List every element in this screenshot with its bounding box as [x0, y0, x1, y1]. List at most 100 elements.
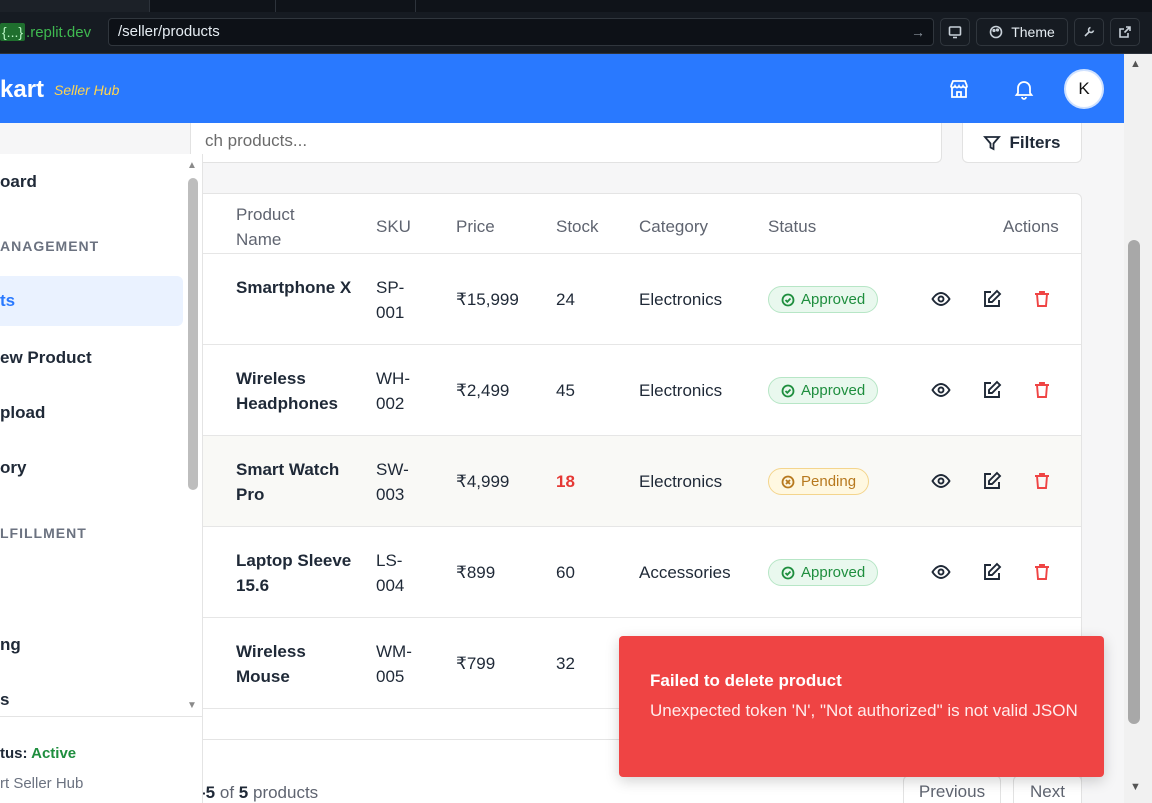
product-stock: 60 [556, 563, 575, 582]
status-label: Pending [801, 473, 857, 490]
page-scroll-thumb[interactable] [1128, 240, 1140, 724]
sidebar-item-products[interactable]: ts [0, 276, 183, 326]
error-toast[interactable]: Failed to delete product Unexpected toke… [619, 636, 1104, 777]
col-header-stock[interactable]: Stock [556, 214, 599, 239]
col-header-price[interactable]: Price [456, 214, 495, 239]
view-icon[interactable] [930, 470, 952, 492]
sidebar: oard ANAGEMENT ts ew Product pload ory L… [0, 154, 203, 803]
product-price: ₹899 [456, 563, 496, 582]
product-name: Wireless Mouse [236, 642, 306, 686]
edit-icon[interactable] [981, 561, 1003, 583]
product-price: ₹799 [456, 654, 496, 673]
scroll-down-arrow-icon[interactable]: ▼ [187, 700, 197, 711]
pager-unit: products [252, 783, 319, 802]
avatar[interactable]: K [1064, 69, 1104, 109]
check-circle-icon [781, 293, 795, 306]
edit-icon[interactable] [981, 379, 1003, 401]
page-scrollbar[interactable]: ▲ ▼ [1124, 54, 1152, 803]
sidebar-scrollbar[interactable] [188, 178, 198, 490]
page-scroll-up-icon[interactable]: ▲ [1130, 58, 1141, 70]
previous-page-button[interactable]: Previous [903, 775, 1001, 803]
browser-tab[interactable] [150, 0, 276, 12]
url-host-domain: .replit.dev [26, 23, 92, 41]
status-label: Approved [801, 382, 866, 399]
theme-button[interactable]: Theme [976, 18, 1068, 46]
col-header-sku[interactable]: SKU [376, 214, 411, 239]
theme-label: Theme [1011, 24, 1055, 40]
go-arrow-icon[interactable]: → [911, 19, 925, 45]
app-logo-subtitle: Seller Hub [54, 82, 120, 98]
product-name: Smartphone X [236, 278, 352, 297]
seller-status: tus: Active [0, 745, 76, 762]
product-sku: WM-005 [376, 642, 412, 686]
sidebar-item-inventory[interactable]: ory [0, 443, 183, 493]
search-input[interactable]: ch products... [190, 123, 942, 163]
table-row[interactable]: Wireless Headphones WH-002 ₹2,499 45 Ele… [191, 345, 1081, 436]
scroll-up-arrow-icon[interactable]: ▲ [187, 160, 197, 171]
wrench-icon [1084, 26, 1095, 37]
url-path-input[interactable]: /seller/products → [108, 18, 934, 46]
product-stock: 45 [556, 381, 575, 400]
edit-icon[interactable] [981, 288, 1003, 310]
col-header-product-name[interactable]: Product Name [236, 202, 326, 252]
sidebar-item-dashboard[interactable]: oard [0, 157, 183, 207]
status-label: Approved [801, 564, 866, 581]
status-badge: Approved [768, 559, 879, 586]
devtools-button[interactable] [1074, 18, 1104, 46]
view-icon[interactable] [930, 288, 952, 310]
sidebar-section-fulfillment: LFILLMENT [0, 525, 87, 541]
col-header-category[interactable]: Category [639, 214, 708, 239]
app-header: kart Seller Hub K [0, 54, 1124, 123]
filters-label: Filters [1009, 132, 1061, 152]
view-icon[interactable] [930, 561, 952, 583]
product-name: Laptop Sleeve 15.6 [236, 551, 352, 595]
delete-icon[interactable] [1031, 470, 1053, 492]
product-category: Electronics [639, 472, 723, 491]
table-row[interactable]: Laptop Sleeve 15.6 LS-004 ₹899 60 Access… [191, 527, 1081, 618]
product-name: Wireless Headphones [236, 369, 339, 413]
product-category: Electronics [639, 290, 723, 309]
browser-tab[interactable] [276, 0, 416, 12]
col-header-actions: Actions [1003, 217, 1059, 236]
browser-tab[interactable] [0, 0, 150, 12]
check-circle-icon [781, 384, 795, 397]
status-label: Approved [801, 291, 866, 308]
table-row[interactable]: Smartphone X SP-001 ₹15,999 24 Electroni… [191, 254, 1081, 345]
monitor-icon [948, 26, 962, 39]
product-sku: WH-002 [376, 369, 410, 413]
devices-button[interactable] [940, 18, 970, 46]
page-scroll-down-icon[interactable]: ▼ [1130, 781, 1141, 793]
sidebar-item-upload[interactable]: pload [0, 388, 183, 438]
edit-icon[interactable] [981, 470, 1003, 492]
delete-icon[interactable] [1031, 288, 1053, 310]
seller-status-value: Active [31, 745, 77, 762]
sidebar-section-management: ANAGEMENT [0, 238, 100, 254]
check-circle-icon [781, 566, 795, 579]
store-icon[interactable] [948, 78, 970, 100]
delete-icon[interactable] [1031, 561, 1053, 583]
table-row[interactable]: Smart Watch Pro SW-003 ₹4,999 18 Electro… [191, 436, 1081, 527]
product-name: Smart Watch Pro [236, 460, 340, 504]
external-link-icon [1119, 26, 1131, 38]
filter-icon [983, 135, 1002, 150]
product-price: ₹4,999 [456, 472, 510, 491]
sidebar-item-shipping[interactable]: ng [0, 620, 183, 670]
view-icon[interactable] [930, 379, 952, 401]
x-circle-icon [781, 475, 795, 488]
pager-of: of [219, 783, 235, 802]
toast-message: Unexpected token 'N', "Not authorized" i… [650, 701, 1078, 720]
product-sku: SP-001 [376, 278, 405, 322]
sidebar-item-new-product[interactable]: ew Product [0, 333, 183, 383]
product-category: Accessories [639, 563, 731, 582]
col-header-status[interactable]: Status [768, 214, 816, 239]
filters-button[interactable]: Filters [962, 123, 1082, 163]
product-sku: LS-004 [376, 551, 405, 595]
bell-icon[interactable] [1013, 78, 1035, 100]
open-external-button[interactable] [1110, 18, 1140, 46]
sidebar-footer: tus: Active rt Seller Hub [0, 716, 202, 803]
app-logo[interactable]: kart [0, 76, 44, 104]
search-placeholder: ch products... [205, 131, 308, 150]
next-page-button[interactable]: Next [1013, 775, 1082, 803]
status-badge: Pending [768, 468, 870, 495]
delete-icon[interactable] [1031, 379, 1053, 401]
